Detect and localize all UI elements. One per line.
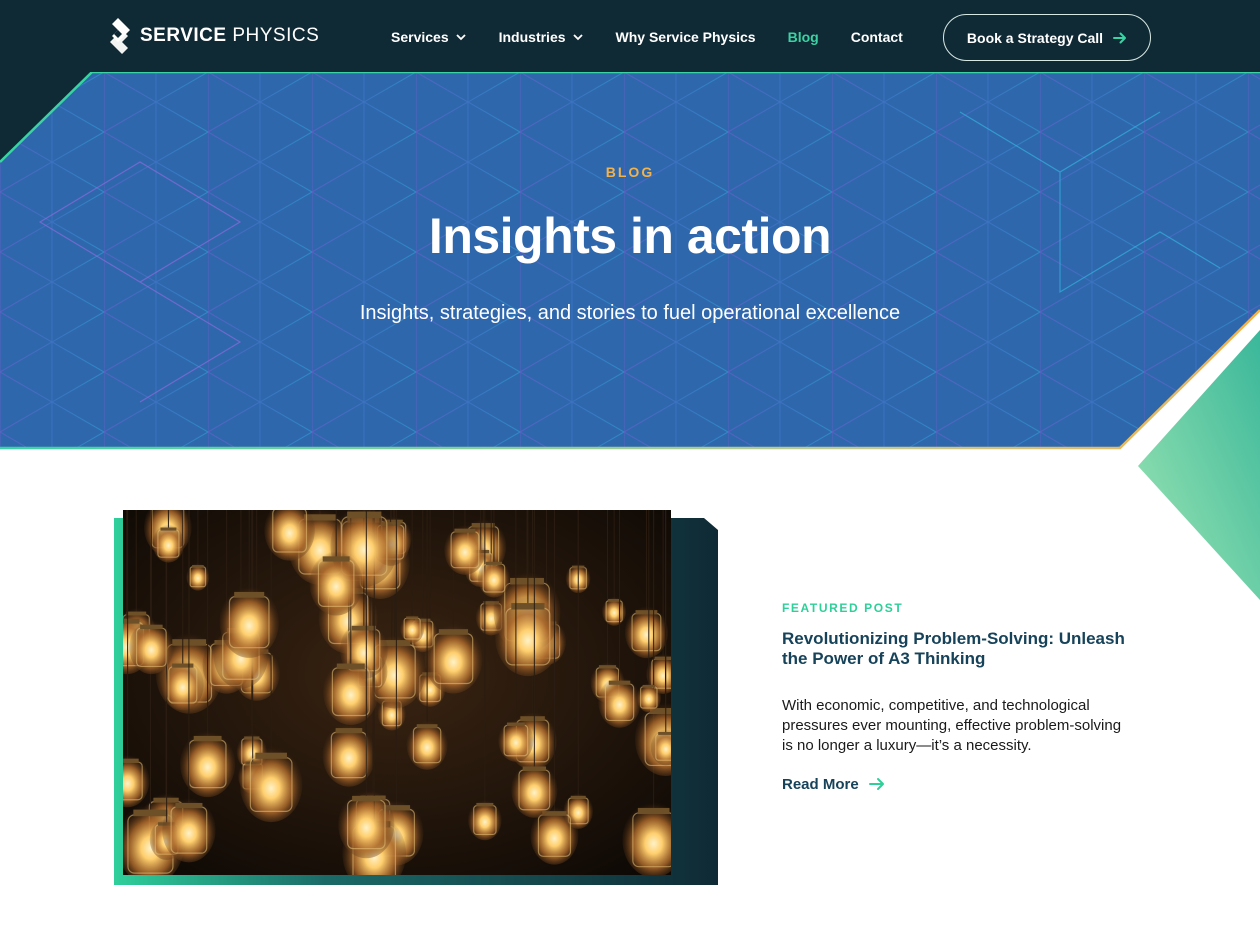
nav-item-label: Why Service Physics: [615, 29, 756, 45]
nav-item-label: Contact: [850, 29, 903, 45]
chevron-down-icon: [572, 34, 583, 41]
jar-lid: [351, 625, 376, 631]
arrow-right-icon: [868, 778, 884, 790]
jar-lid: [140, 624, 163, 630]
nav-item-label: Industries: [498, 29, 566, 45]
nav-item-label: Services: [391, 29, 449, 45]
jar-lid: [234, 591, 265, 598]
featured-post-title[interactable]: Revolutionizing Problem-Solving: Unleash…: [782, 629, 1142, 669]
hero-subtitle: Insights, strategies, and stories to fue…: [359, 302, 901, 324]
jar-lid: [654, 656, 671, 660]
site-header: SERVICE PHYSICS Services Industries Why …: [0, 0, 1260, 72]
jar-lid: [406, 616, 419, 619]
jar-lid: [570, 795, 586, 799]
service-physics-logo-icon: [110, 18, 130, 54]
jar-lid: [476, 802, 494, 807]
hero-eyebrow: BLOG: [605, 164, 655, 180]
jar-lid: [352, 795, 381, 802]
page-title: Insights in action: [428, 208, 832, 264]
jar-lid: [172, 663, 194, 668]
jar-lid: [608, 680, 631, 685]
jar-lid: [522, 766, 546, 771]
hero-banner: BLOG Insights in action Insights, strate…: [0, 72, 1260, 452]
jar-lid: [608, 598, 621, 602]
jar-lid: [506, 722, 525, 727]
jar-lid: [123, 758, 139, 763]
decorative-diamond-shape: [1138, 330, 1260, 600]
jar-lid: [520, 716, 545, 721]
jar-lid: [192, 565, 204, 568]
jar-lid: [510, 577, 544, 585]
jar-lid: [255, 752, 287, 759]
jar-lid: [175, 802, 203, 809]
read-more-link[interactable]: Read More: [782, 774, 885, 794]
book-strategy-call-button[interactable]: Book a Strategy Call: [943, 14, 1151, 61]
jar-lid: [658, 731, 671, 735]
jar-lid: [123, 618, 140, 624]
jar-lid: [322, 556, 350, 562]
jar-lid: [133, 809, 168, 817]
jar-lid: [160, 527, 177, 531]
nav-item-industries[interactable]: Industries: [499, 29, 584, 45]
jar-lid: [336, 663, 365, 669]
site-logo[interactable]: SERVICE PHYSICS: [108, 18, 319, 54]
jar-lid: [598, 665, 617, 669]
read-more-label: Read More: [782, 775, 859, 793]
jar-lid: [347, 511, 382, 519]
jar-lid: [416, 724, 438, 729]
featured-post-image[interactable]: [123, 510, 671, 875]
jar-lid: [637, 807, 670, 815]
nav-item-blog[interactable]: Blog: [788, 29, 819, 45]
nav-item-contact[interactable]: Contact: [851, 29, 903, 45]
featured-post-eyebrow: FEATURED POST: [782, 601, 904, 615]
nav-item-why-service-physics[interactable]: Why Service Physics: [616, 29, 756, 45]
jar-lid: [244, 736, 260, 740]
jar-lid: [335, 728, 363, 734]
nav-item-label: Blog: [787, 29, 819, 45]
jar-lid: [485, 561, 503, 565]
featured-post-excerpt: With economic, competitive, and technolo…: [782, 697, 1122, 754]
arrow-right-icon: [1113, 32, 1127, 43]
chevron-down-icon: [455, 34, 466, 41]
jar-lid: [438, 629, 469, 635]
cta-label: Book a Strategy Call: [966, 29, 1104, 46]
nav-item-services[interactable]: Services: [391, 29, 467, 45]
logo-wordmark: SERVICE PHYSICS: [140, 25, 320, 46]
jar-lid: [153, 797, 179, 803]
jar-lid: [454, 528, 476, 533]
jar-lid: [193, 735, 222, 742]
hanging-jar-lights-image: [123, 510, 671, 875]
jar-lid: [642, 684, 656, 688]
main-nav: Services Industries Why Service Physics …: [391, 26, 935, 48]
